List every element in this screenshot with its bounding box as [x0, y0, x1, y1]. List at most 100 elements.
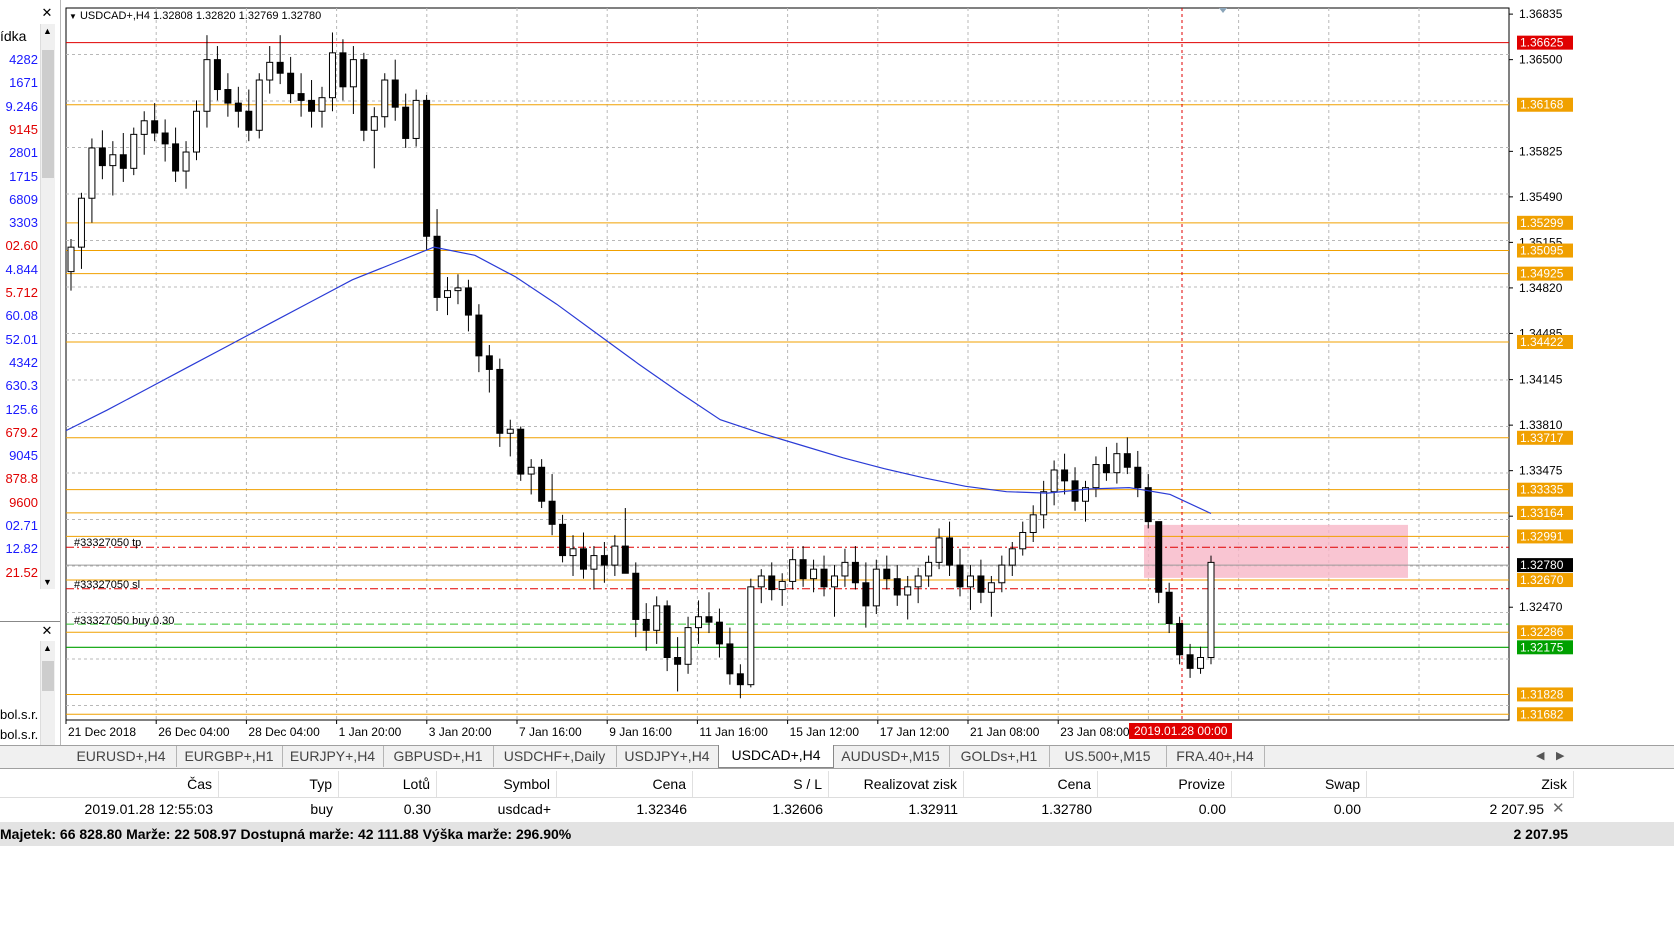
tab-eurgbp-h1[interactable]: EURGBP+,H1: [176, 746, 283, 767]
navigator-item[interactable]: bol.s.r.: [0, 707, 38, 722]
scroll-up-icon[interactable]: ▲: [43, 26, 52, 36]
time-axis-label: 11 Jan 16:00: [699, 725, 768, 739]
navigator-item[interactable]: bol.s.r.: [0, 727, 38, 742]
market-watch-bid[interactable]: 9145: [9, 122, 38, 138]
tab-golds-h1[interactable]: GOLDs+,H1: [949, 746, 1050, 767]
chart-menu-icon[interactable]: ▼: [69, 12, 77, 21]
market-watch-bid[interactable]: 125.6: [5, 402, 38, 418]
market-watch-bid[interactable]: 878.8: [5, 471, 38, 487]
level-price-tag: 1.31828: [1520, 687, 1564, 701]
cursor-time-label: 2019.01.28 00:00: [1134, 724, 1228, 738]
candle-body: [851, 561, 859, 584]
tab-audusd-m15[interactable]: AUDUSD+,M15: [832, 746, 950, 767]
candle-body: [883, 568, 891, 580]
tab-us-500-m15[interactable]: US.500+,M15: [1049, 746, 1167, 767]
account-total-profit: 2 207.95: [1513, 826, 1569, 842]
column-header[interactable]: Provize: [1098, 771, 1232, 797]
tab-eurusd-h4[interactable]: EURUSD+,H4: [66, 746, 177, 767]
level-price-tag: 1.36168: [1520, 98, 1564, 112]
trade-cell[interactable]: 0.00: [1098, 797, 1232, 821]
candle-body: [1040, 491, 1048, 516]
navigator-scrollbar[interactable]: ▲: [40, 641, 55, 745]
candle-body: [1029, 514, 1037, 533]
chart-canvas[interactable]: 1.368351.365001.358251.354901.351551.348…: [61, 0, 1674, 745]
column-header[interactable]: Typ: [219, 771, 339, 797]
candle-body: [715, 621, 723, 645]
market-watch-bid[interactable]: 4282: [9, 52, 38, 68]
candle-body: [904, 586, 912, 596]
market-watch-bid[interactable]: 52.01: [5, 332, 38, 348]
candle-body: [496, 368, 504, 434]
time-axis-label: 21 Jan 08:00: [970, 725, 1040, 739]
trade-cell[interactable]: 1.32346: [557, 797, 693, 821]
market-watch-bid[interactable]: 1671: [9, 75, 38, 91]
tab-usdcad-h4[interactable]: USDCAD+,H4: [718, 745, 834, 768]
candle-body: [318, 97, 326, 112]
market-watch-bid[interactable]: 4.844: [5, 262, 38, 278]
market-watch-bid[interactable]: 60.08: [5, 308, 38, 324]
market-watch-bid[interactable]: 679.2: [5, 425, 38, 441]
column-header[interactable]: Cena: [964, 771, 1098, 797]
market-watch-bid[interactable]: 1715: [9, 169, 38, 185]
price-chart[interactable]: 1.36835 1.36500 1.35825 1.35490 1.35155 1.348…: [61, 0, 1674, 745]
column-header[interactable]: Symbol: [437, 771, 557, 797]
price-axis-label: 1.35490: [1519, 190, 1563, 204]
candle-body: [381, 79, 389, 118]
market-watch-bid[interactable]: 6809: [9, 192, 38, 208]
trade-cell[interactable]: 0.30: [339, 797, 437, 821]
market-watch-bid[interactable]: 9045: [9, 448, 38, 464]
market-watch-bid[interactable]: 4342: [9, 355, 38, 371]
market-watch-bid[interactable]: 21.52: [5, 565, 38, 581]
navigator-scroll-thumb[interactable]: [42, 661, 54, 691]
market-watch-bid[interactable]: 02.71: [5, 518, 38, 534]
market-watch-bid[interactable]: 9600: [9, 495, 38, 511]
trade-cell[interactable]: 2019.01.28 12:55:03: [0, 797, 219, 821]
close-trade-icon[interactable]: ✕: [1552, 797, 1565, 821]
tab-usdjpy-h4[interactable]: USDJPY+,H4: [616, 746, 719, 767]
candle-body: [1061, 469, 1069, 482]
trade-cell[interactable]: usdcad+: [437, 797, 557, 821]
market-watch-bid[interactable]: 3303: [9, 215, 38, 231]
candle-body: [757, 575, 765, 588]
trade-cell[interactable]: 1.32780: [964, 797, 1098, 821]
trade-cell[interactable]: buy: [219, 797, 339, 821]
chart-symbol-label: ▼ USDCAD+,H4 1.32808 1.32820 1.32769 1.3…: [69, 10, 322, 22]
scroll-up-icon[interactable]: ▲: [43, 643, 52, 653]
trade-cell[interactable]: 1.32911: [829, 797, 964, 821]
tab-scroll-left-icon[interactable]: ◀: [1536, 746, 1544, 767]
column-header[interactable]: Realizovat zisk: [829, 771, 964, 797]
column-header[interactable]: S / L: [693, 771, 829, 797]
candle-body: [161, 132, 169, 145]
candle-body: [287, 72, 295, 95]
column-header[interactable]: Cena: [557, 771, 693, 797]
candle-body: [611, 545, 619, 566]
market-watch-bid[interactable]: 630.3: [5, 378, 38, 394]
candle-body: [412, 99, 420, 139]
trade-cell[interactable]: 1.32606: [693, 797, 829, 821]
tab-usdchf-daily[interactable]: USDCHF+,Daily: [493, 746, 617, 767]
entry-price-tag: 1.32175: [1520, 640, 1564, 654]
price-zone: [1144, 524, 1408, 578]
trade-cell[interactable]: 0.00: [1232, 797, 1367, 821]
market-watch-scrollbar[interactable]: ▲ ▼: [40, 24, 55, 589]
tab-gbpusd-h1[interactable]: GBPUSD+,H1: [383, 746, 494, 767]
column-header[interactable]: Lotů: [339, 771, 437, 797]
market-watch-bid[interactable]: 2801: [9, 145, 38, 161]
column-header[interactable]: Zisk: [1367, 771, 1574, 797]
trade-cell[interactable]: 2 207.95: [1367, 797, 1574, 821]
navigator-close-icon[interactable]: ✕: [40, 624, 54, 638]
tab-fra-40-h4[interactable]: FRA.40+,H4: [1166, 746, 1265, 767]
tab-eurjpy-h4[interactable]: EURJPY+,H4: [282, 746, 384, 767]
market-watch-bid[interactable]: 9.246: [5, 99, 38, 115]
market-watch-bid[interactable]: 02.60: [5, 238, 38, 254]
market-watch-bid[interactable]: 5.712: [5, 285, 38, 301]
tab-scroll-right-icon[interactable]: ▶: [1556, 746, 1564, 767]
market-watch-close-icon[interactable]: ✕: [40, 6, 54, 20]
column-header[interactable]: Swap: [1232, 771, 1367, 797]
candle-body: [423, 99, 431, 237]
column-header[interactable]: Čas: [0, 771, 219, 797]
market-watch-bid[interactable]: 12.82: [5, 541, 38, 557]
market-watch-scroll-thumb[interactable]: [42, 50, 54, 178]
level-price-tag: 1.35299: [1520, 216, 1564, 230]
scroll-down-icon[interactable]: ▼: [43, 577, 52, 587]
